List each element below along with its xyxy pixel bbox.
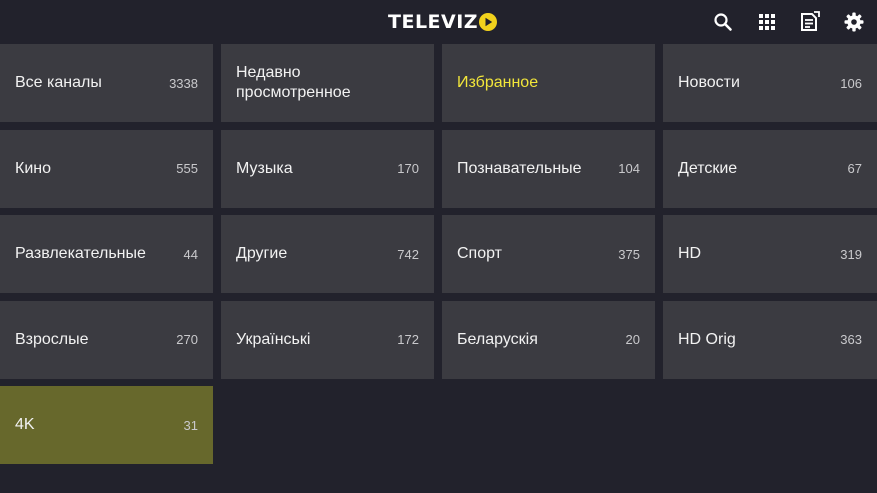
category-tile[interactable]: HD 319 [663,215,877,293]
category-name: HD [678,245,702,262]
guide-icon[interactable] [798,10,822,34]
category-tile[interactable]: Познавательные 104 [442,129,655,208]
category-name: Все каналы [15,74,102,91]
category-name: Другие [236,245,288,262]
category-tile[interactable]: Детские 67 [663,129,877,208]
grid-icon[interactable] [755,10,779,34]
category-name: Кино [15,159,51,177]
category-name: 4K [15,416,35,433]
channel-count: 375 [618,246,640,262]
top-bar: TELEVIZ [0,0,877,44]
search-icon[interactable] [711,10,735,34]
channel-count: 319 [840,246,862,262]
category-tile[interactable]: Другие 742 [221,215,434,293]
category-tile[interactable]: Беларускія 20 [442,300,655,379]
channel-count: 104 [618,161,640,176]
category-name: Развлекательные [15,245,146,262]
channel-count: 3338 [169,75,198,91]
channel-count: 106 [840,75,862,91]
category-name: Избранное [457,74,539,91]
category-tile[interactable]: 4K 31 [0,386,213,464]
category-tile[interactable]: Избранное [442,44,655,122]
category-tile[interactable]: Спорт 375 [442,215,655,293]
category-name: Українські [236,330,311,348]
channel-count: 67 [847,161,862,176]
category-tile[interactable]: Новости 106 [663,44,877,122]
category-name: Спорт [457,245,502,262]
gear-icon[interactable] [842,10,866,34]
category-tile[interactable]: Українські 172 [221,300,434,379]
channel-count: 363 [840,332,862,347]
channel-count: 31 [183,417,198,433]
category-tile[interactable]: Музыка 170 [221,129,434,208]
channel-count: 20 [625,332,640,347]
category-name: Новости [678,74,740,91]
category-name: HD Orig [678,330,736,348]
channel-count: 44 [183,246,198,262]
app-logo: TELEVIZ [388,10,498,34]
channel-count: 172 [397,332,419,347]
channel-count: 270 [176,332,198,347]
category-name: Недавно просмотренное [236,64,351,101]
logo-text: TELEVIZ [388,11,479,33]
category-name: Музыка [236,159,293,177]
category-name: Взрослые [15,330,89,348]
category-tile[interactable]: HD Orig 363 [663,300,877,379]
category-tile[interactable]: Все каналы 3338 [0,44,213,122]
category-tile[interactable]: Недавно просмотренное [221,44,434,122]
category-tile[interactable]: Кино 555 [0,129,213,208]
category-grid: Все каналы 3338 Недавно просмотренное Избра… [0,44,877,464]
category-name: Познавательные [457,159,582,177]
category-tile[interactable]: Развлекательные 44 [0,215,213,293]
channel-count: 742 [397,246,419,262]
category-name: Беларускія [457,330,538,348]
category-tile[interactable]: Взрослые 270 [0,300,213,379]
category-name: Детские [678,159,738,177]
play-logo-icon [479,13,498,31]
channel-count: 555 [176,161,198,176]
channel-count: 170 [397,161,419,176]
